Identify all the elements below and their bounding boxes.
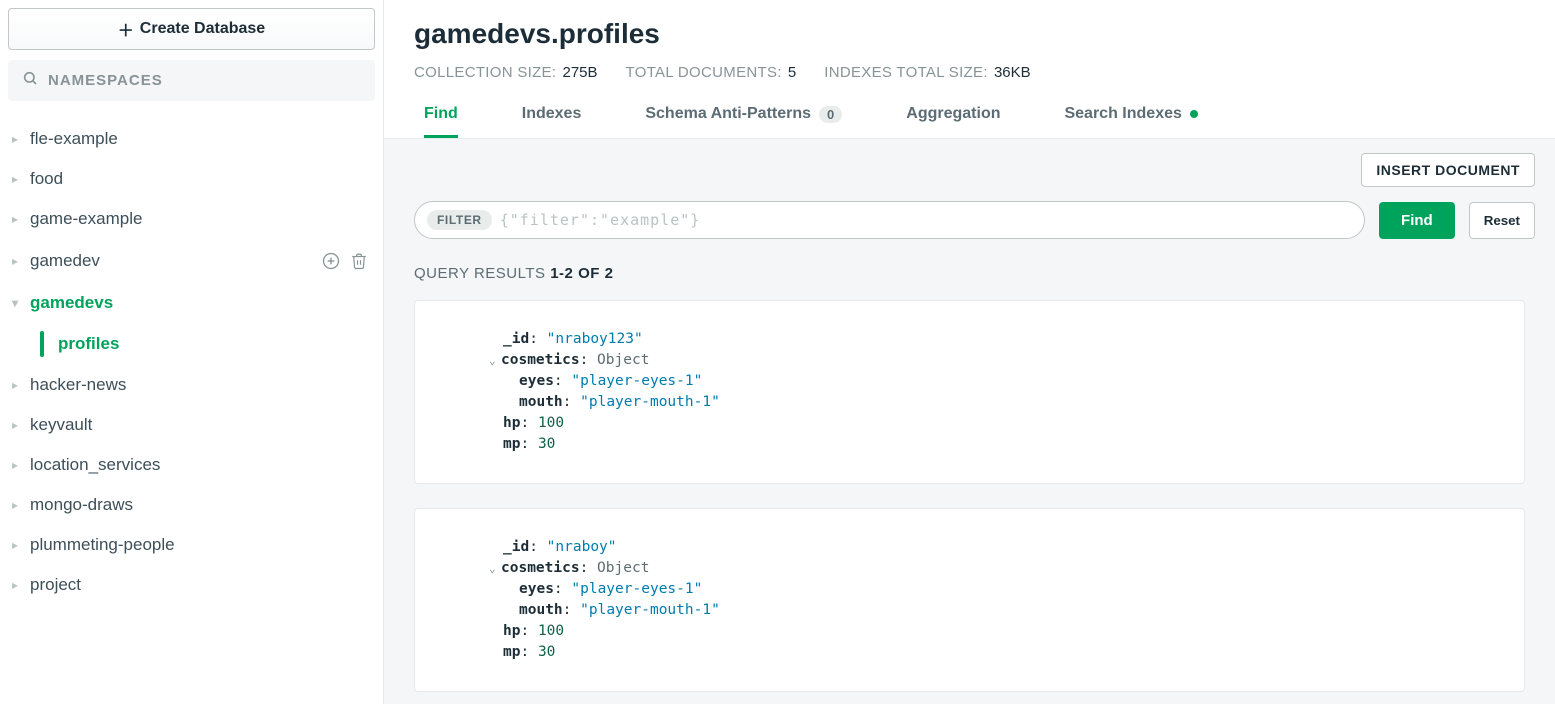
badge-count: 0 [819, 106, 842, 123]
toolbar: INSERT DOCUMENT [384, 139, 1555, 201]
main-panel: gamedevs.profiles COLLECTION SIZE: 275B … [384, 0, 1555, 704]
tab-indexes[interactable]: Indexes [522, 97, 582, 138]
results-label: QUERY RESULTS 1-2 OF 2 [414, 265, 1525, 282]
database-item-mongo-draws[interactable]: ▸mongo-draws [8, 485, 375, 525]
chevron-right-icon: ▸ [12, 378, 30, 392]
filter-box[interactable]: FILTER [414, 201, 1365, 239]
database-item-game-example[interactable]: ▸game-example [8, 199, 375, 239]
database-name: game-example [30, 209, 142, 229]
tab-label: Find [424, 105, 458, 123]
collection-item-profiles[interactable]: profiles [36, 323, 375, 365]
tab-label: Schema Anti-Patterns [645, 105, 811, 123]
database-name: hacker-news [30, 375, 126, 395]
database-name: project [30, 575, 81, 595]
tab-schema-anti-patterns[interactable]: Schema Anti-Patterns 0 [645, 97, 842, 138]
tab-search-indexes[interactable]: Search Indexes [1064, 97, 1197, 138]
chevron-right-icon: ▸ [12, 578, 30, 592]
status-dot-icon [1190, 110, 1198, 118]
chevron-right-icon: ▸ [12, 538, 30, 552]
chevron-right-icon: ▸ [12, 212, 30, 226]
namespace-search-input[interactable] [48, 72, 361, 89]
chevron-down-icon[interactable]: ⌄ [489, 561, 501, 577]
database-item-project[interactable]: ▸project [8, 565, 375, 605]
database-name: location_services [30, 455, 160, 475]
filter-pill: FILTER [427, 210, 492, 230]
insert-document-button[interactable]: INSERT DOCUMENT [1361, 153, 1535, 187]
chevron-right-icon: ▸ [12, 254, 30, 268]
create-database-label: Create Database [140, 20, 265, 38]
collection-stats: COLLECTION SIZE: 275B TOTAL DOCUMENTS: 5… [414, 64, 1525, 81]
database-item-plummeting-people[interactable]: ▸plummeting-people [8, 525, 375, 565]
chevron-down-icon: ▾ [12, 296, 30, 310]
tab-aggregation[interactable]: Aggregation [906, 97, 1000, 138]
database-item-gamedevs[interactable]: ▾gamedevs [8, 283, 375, 323]
stat-total-docs: TOTAL DOCUMENTS: 5 [626, 64, 797, 81]
document-card[interactable]: _id: "nraboy123"⌄cosmetics: Objecteyes: … [414, 300, 1525, 484]
database-name: mongo-draws [30, 495, 133, 515]
database-name: gamedev [30, 251, 100, 271]
database-item-keyvault[interactable]: ▸keyvault [8, 405, 375, 445]
database-name: fle-example [30, 129, 118, 149]
database-item-gamedev[interactable]: ▸gamedev [8, 239, 375, 283]
tab-label: Indexes [522, 105, 582, 123]
query-bar: FILTER Find Reset [384, 201, 1555, 259]
header: gamedevs.profiles COLLECTION SIZE: 275B … [384, 0, 1555, 139]
document-card[interactable]: _id: "nraboy"⌄cosmetics: Objecteyes: "pl… [414, 508, 1525, 692]
trash-icon[interactable] [347, 249, 371, 273]
results-area: QUERY RESULTS 1-2 OF 2 _id: "nraboy123"⌄… [384, 259, 1555, 704]
search-icon [22, 70, 38, 91]
reset-button[interactable]: Reset [1469, 202, 1535, 239]
tab-label: Search Indexes [1064, 105, 1181, 123]
filter-input[interactable] [500, 211, 1352, 229]
chevron-right-icon: ▸ [12, 172, 30, 186]
plus-icon: ＋ [118, 17, 134, 41]
sidebar: ＋ Create Database ▸fle-example▸food▸game… [0, 0, 384, 704]
find-button[interactable]: Find [1379, 202, 1455, 239]
chevron-right-icon: ▸ [12, 418, 30, 432]
database-name: plummeting-people [30, 535, 175, 555]
chevron-right-icon: ▸ [12, 498, 30, 512]
database-name: gamedevs [30, 293, 113, 313]
stat-index-size: INDEXES TOTAL SIZE: 36KB [824, 64, 1030, 81]
chevron-down-icon[interactable]: ⌄ [489, 353, 501, 369]
database-item-location_services[interactable]: ▸location_services [8, 445, 375, 485]
database-item-hacker-news[interactable]: ▸hacker-news [8, 365, 375, 405]
create-database-button[interactable]: ＋ Create Database [8, 8, 375, 50]
stat-collection-size: COLLECTION SIZE: 275B [414, 64, 598, 81]
namespace-search[interactable] [8, 60, 375, 101]
chevron-right-icon: ▸ [12, 132, 30, 146]
collection-title: gamedevs.profiles [414, 18, 1525, 50]
tabs: Find Indexes Schema Anti-Patterns 0 Aggregat… [414, 97, 1525, 138]
database-tree: ▸fle-example▸food▸game-example▸gamedev▾g… [8, 119, 375, 605]
add-collection-icon[interactable] [319, 249, 343, 273]
database-item-fle-example[interactable]: ▸fle-example [8, 119, 375, 159]
tab-find[interactable]: Find [424, 97, 458, 138]
database-name: keyvault [30, 415, 92, 435]
chevron-right-icon: ▸ [12, 458, 30, 472]
database-item-food[interactable]: ▸food [8, 159, 375, 199]
tab-label: Aggregation [906, 105, 1000, 123]
database-name: food [30, 169, 63, 189]
